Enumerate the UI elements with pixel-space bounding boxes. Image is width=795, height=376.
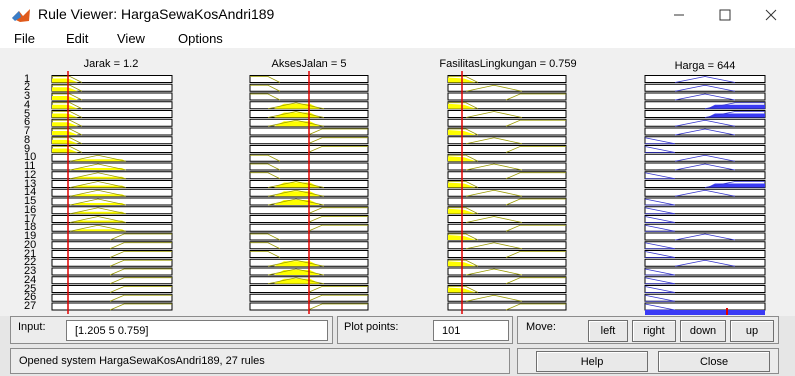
control-panel: Input: [1.205 5 0.759] Plot points: 101 … xyxy=(0,316,795,376)
plot-points-field[interactable]: 101 xyxy=(433,320,509,341)
rule-cell-harga xyxy=(644,197,766,206)
input-panel: Input: [1.205 5 0.759] xyxy=(10,316,333,344)
rule-cell-harga xyxy=(644,206,766,215)
input-label: Input: xyxy=(18,321,46,333)
rule-cell-harga xyxy=(644,136,766,145)
rule-cell-harga xyxy=(644,285,766,293)
status-text: Opened system HargaSewaKosAndri189, 27 r… xyxy=(19,355,265,367)
rule-cell-harga xyxy=(644,293,766,302)
help-button[interactable]: Help xyxy=(536,351,648,372)
move-left-button[interactable]: left xyxy=(588,320,628,342)
move-right-button[interactable]: right xyxy=(632,320,676,342)
move-label: Move: xyxy=(526,321,556,333)
plot-points-label: Plot points: xyxy=(344,321,399,333)
rule-cell-harga xyxy=(644,276,766,285)
move-up-button[interactable]: up xyxy=(730,320,774,342)
input-vector-field[interactable]: [1.205 5 0.759] xyxy=(66,320,328,341)
aggregated-output xyxy=(645,310,765,315)
rule-cell-harga xyxy=(644,215,766,223)
rule-cell-harga xyxy=(644,241,766,250)
rule-cell-harga xyxy=(644,223,766,232)
help-close-panel: Help Close xyxy=(517,348,779,374)
rule-cell-harga xyxy=(644,145,766,153)
move-panel: Move: left right down up xyxy=(517,316,779,344)
close-button[interactable]: Close xyxy=(658,351,770,372)
move-down-button[interactable]: down xyxy=(680,320,726,342)
rule-cell-harga xyxy=(644,302,766,311)
rule-cell-harga xyxy=(644,250,766,258)
status-panel: Opened system HargaSewaKosAndri189, 27 r… xyxy=(10,348,510,374)
rule-cell-harga xyxy=(644,267,766,276)
rule-cell-harga xyxy=(644,171,766,180)
plot-points-panel: Plot points: 101 xyxy=(337,316,513,344)
